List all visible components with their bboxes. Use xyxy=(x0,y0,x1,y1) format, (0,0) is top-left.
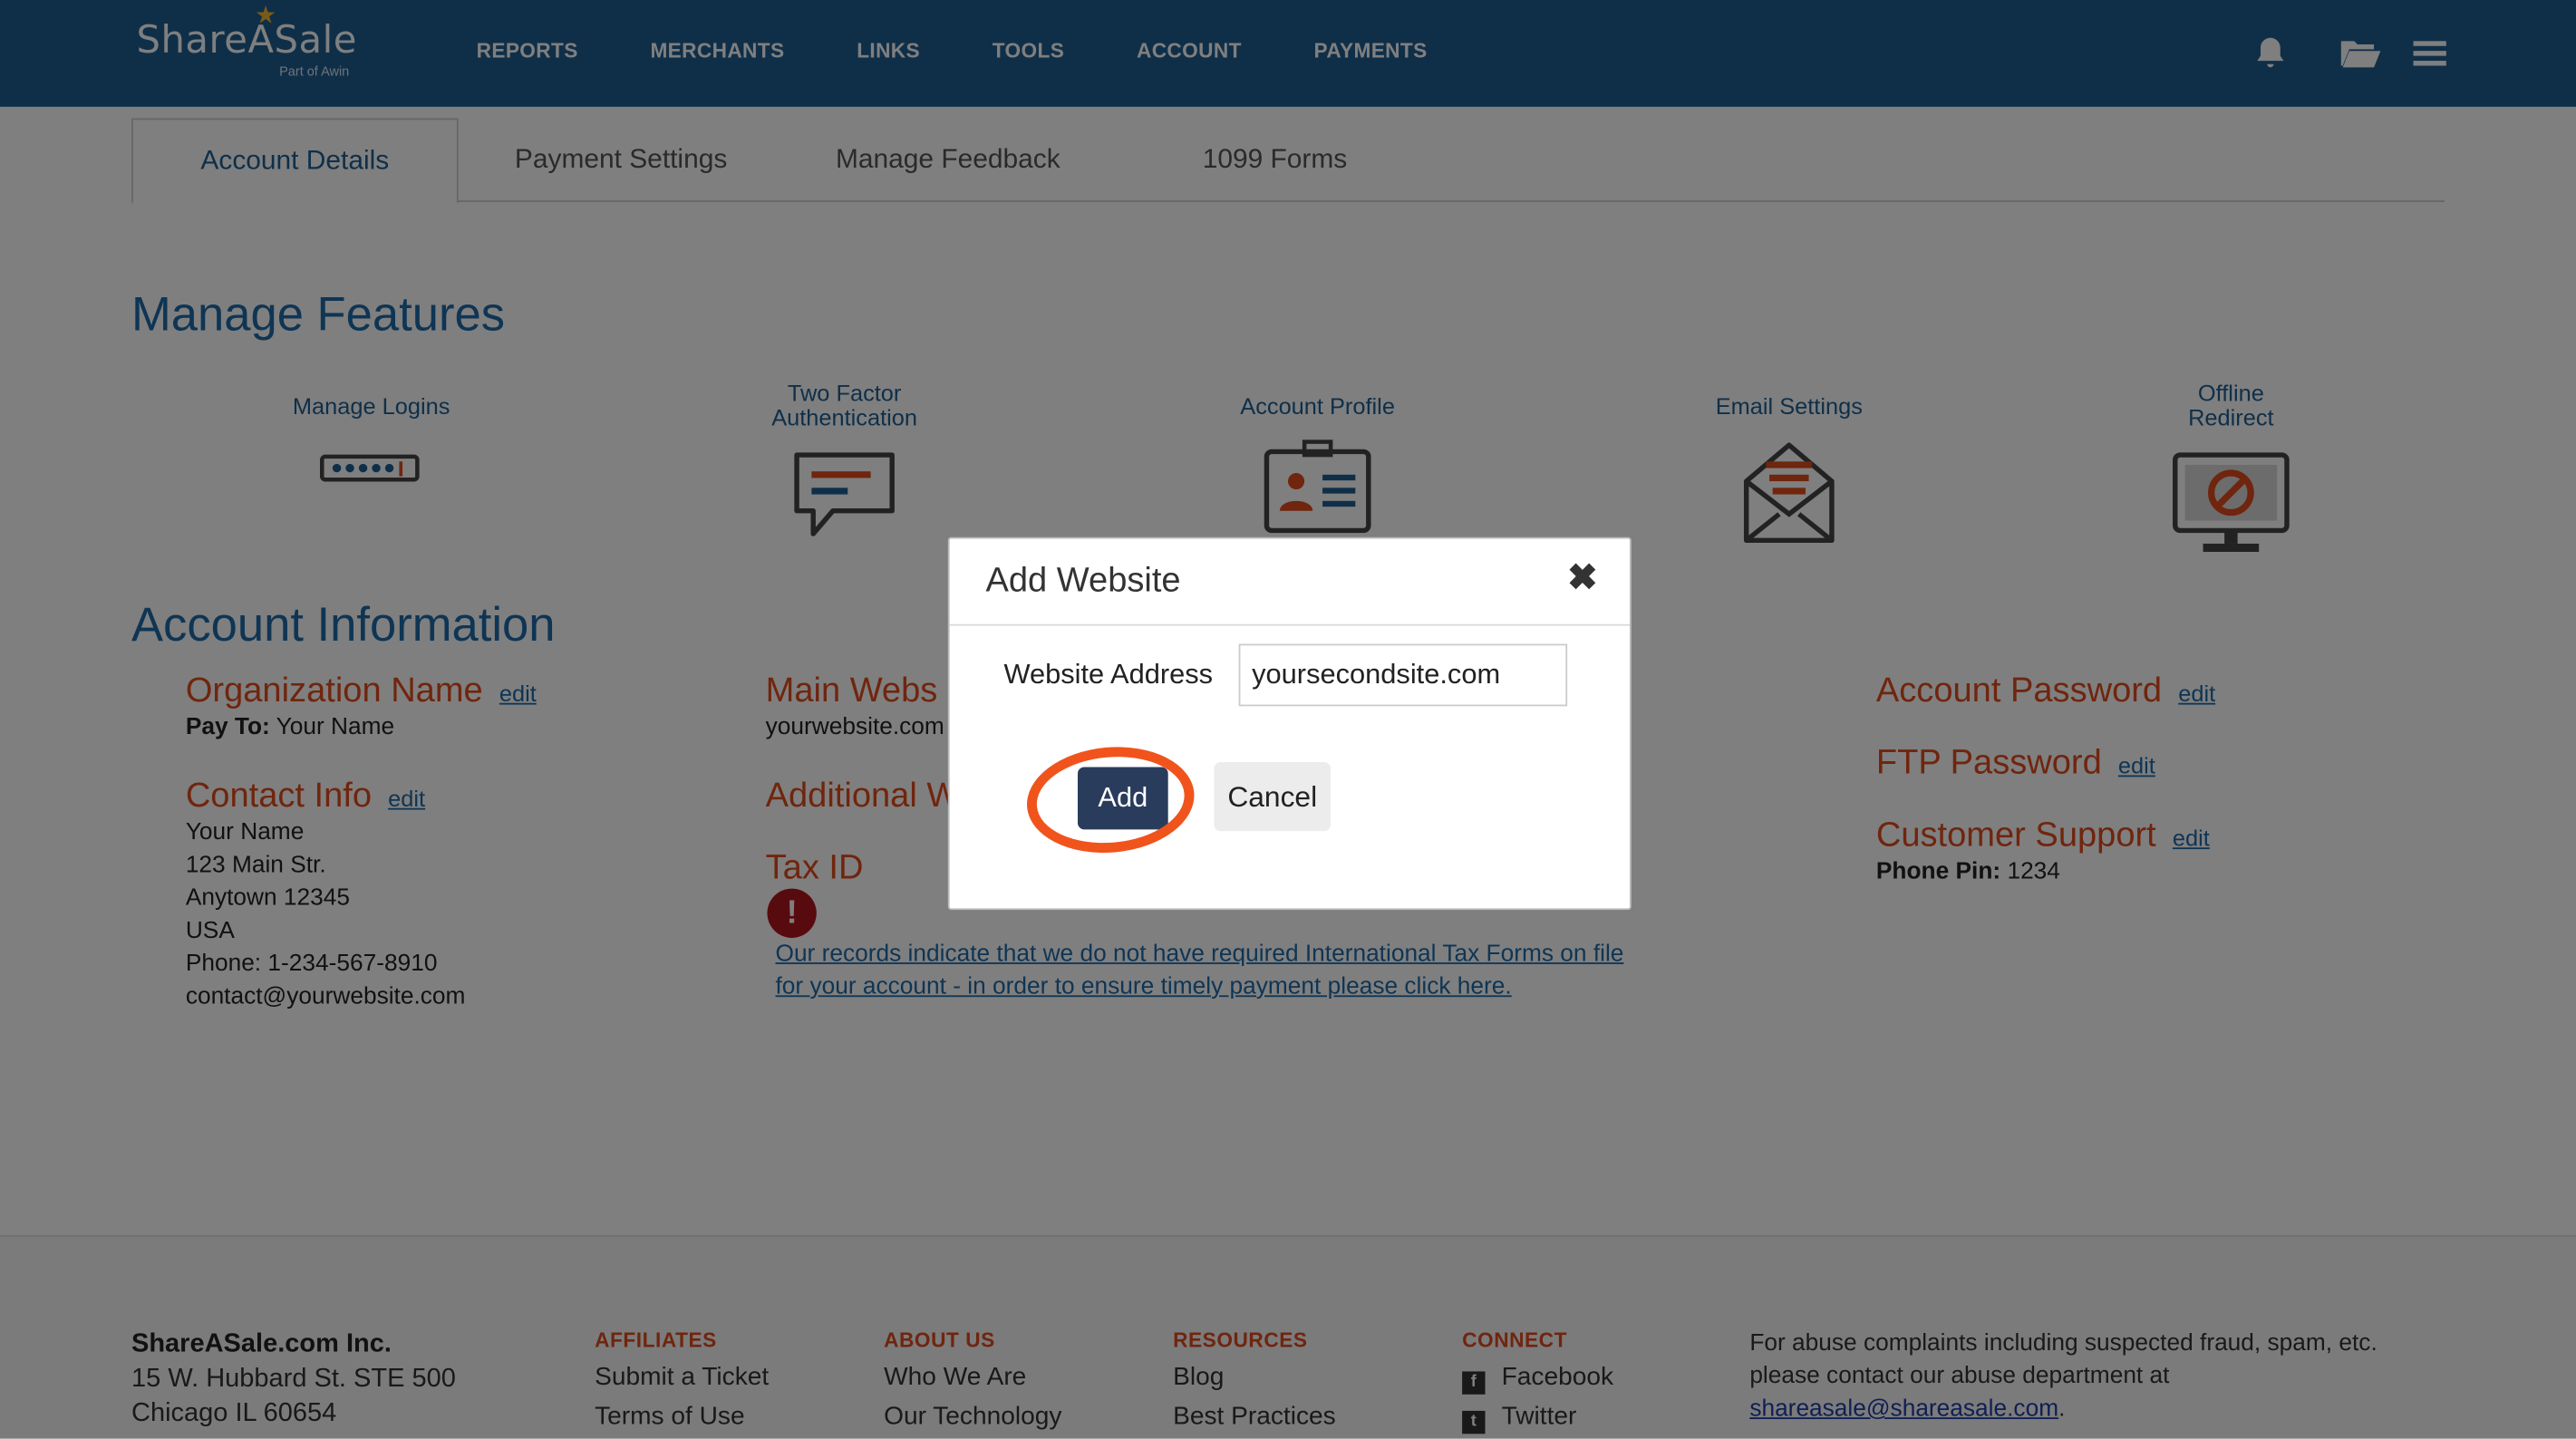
close-icon[interactable]: ✖ xyxy=(1567,556,1597,599)
add-website-modal: Add Website ✖ Website Address Add Cancel xyxy=(947,536,1632,911)
add-button[interactable]: Add xyxy=(1078,767,1168,830)
cancel-button[interactable]: Cancel xyxy=(1214,762,1332,832)
website-address-input[interactable] xyxy=(1238,643,1568,707)
page: ★ ShareASale Part of Awin REPORTS MERCHA… xyxy=(0,0,2576,1439)
modal-title: Add Website xyxy=(985,561,1181,600)
modal-header: Add Website ✖ xyxy=(949,539,1630,626)
website-address-label: Website Address xyxy=(1003,658,1214,691)
